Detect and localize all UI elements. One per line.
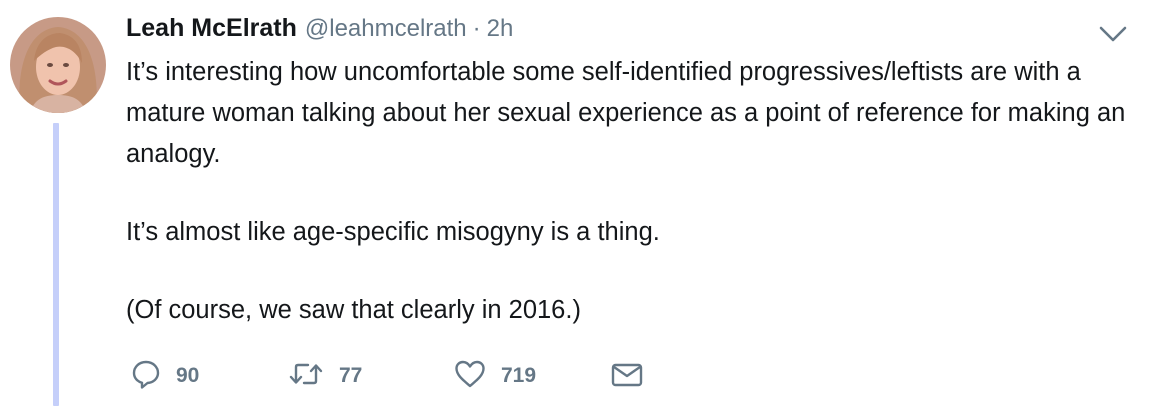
reply-icon: [130, 358, 162, 395]
tweet-header: Leah McElrath @leahmcelrath · 2h: [126, 14, 513, 50]
retweet-count: 77: [339, 364, 363, 387]
tweet-paragraph: It’s almost like age-specific misogyny i…: [126, 218, 660, 246]
author-name[interactable]: Leah McElrath: [126, 14, 297, 43]
like-count: 719: [501, 364, 537, 387]
separator-dot: ·: [472, 15, 481, 42]
tweet-paragraph: (Of course, we saw that clearly in 2016.…: [126, 296, 581, 324]
author-handle[interactable]: @leahmcelrath: [305, 15, 467, 43]
chevron-down-icon[interactable]: [1098, 24, 1128, 44]
like-button[interactable]: 719: [453, 356, 536, 396]
tweet-actions: 90 77 719: [130, 356, 730, 396]
tweet-text: It’s interesting how uncomfortable some …: [126, 52, 1136, 331]
retweet-icon: [287, 358, 325, 395]
thread-connector-line: [53, 123, 59, 406]
reply-count: 90: [176, 364, 200, 387]
tweet-paragraph: It’s interesting how uncomfortable some …: [126, 58, 1126, 168]
heart-icon: [453, 358, 487, 395]
avatar[interactable]: [10, 17, 106, 113]
tweet: Leah McElrath @leahmcelrath · 2h It’s in…: [0, 0, 1160, 406]
direct-message-button[interactable]: [610, 356, 644, 396]
envelope-icon: [610, 358, 644, 395]
tweet-timestamp[interactable]: 2h: [487, 15, 514, 43]
reply-button[interactable]: 90: [130, 356, 199, 396]
retweet-button[interactable]: 77: [287, 356, 362, 396]
